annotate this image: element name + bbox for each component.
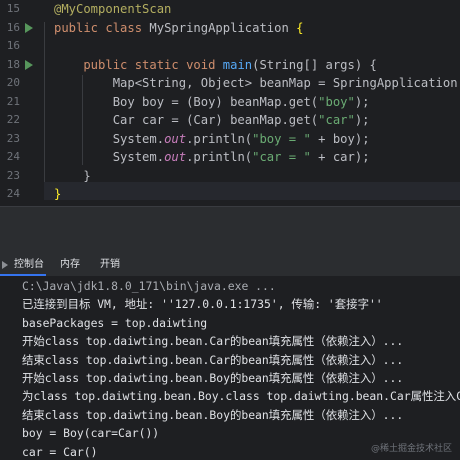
console-line: boy = Boy(car=Car()) <box>22 426 160 441</box>
code-line: System.out.println("boy = " + boy); <box>54 130 370 148</box>
code-token: Map<String, Object> beanMap = SpringAppl… <box>54 76 460 90</box>
console-output[interactable]: C:\Java\jdk1.8.0_171\bin\java.exe ... 已连接… <box>0 277 460 460</box>
active-tab-indicator <box>0 274 46 276</box>
console-line: 开始class top.daiwting.bean.Boy的bean填充属性（依… <box>22 371 404 385</box>
console-line: 开始class top.daiwting.bean.Car的bean填充属性（依… <box>22 334 404 349</box>
code-token: @MyComponentScan <box>54 2 172 16</box>
code-token: main <box>222 57 253 72</box>
tab-console-label: 控制台 <box>14 259 44 270</box>
code-token: public static void <box>54 57 223 72</box>
run-triangle-icon[interactable] <box>25 59 33 70</box>
code-token: System. <box>54 131 165 146</box>
code-line: } <box>54 185 61 203</box>
console-line: 为class top.daiwting.bean.Boy.class top.d… <box>22 389 460 404</box>
line-number: 16 <box>6 39 20 52</box>
code-editor[interactable]: 15 16 16 18 20 21 22 23 24 23 24 @MyComponentScan p… <box>0 0 460 206</box>
code-token: MySpringApplication <box>149 20 297 35</box>
code-token: { <box>296 20 304 35</box>
line-number: 22 <box>6 113 20 126</box>
code-token: System. <box>54 150 165 164</box>
run-triangle-icon[interactable] <box>25 22 33 33</box>
code-token: Boy boy = (Boy) beanMap.get( <box>54 94 319 109</box>
code-line: public static void main(String[] args) { <box>54 56 377 74</box>
line-number: 16 <box>6 20 20 34</box>
code-token: "boy" <box>318 94 355 109</box>
code-token: "car" <box>318 113 355 127</box>
code-token: Car car = (Car) beanMap.get( <box>54 113 319 127</box>
line-number-gutter: 15 16 16 18 20 21 22 23 24 23 24 <box>0 0 44 206</box>
tab-threads[interactable]: 开销 <box>100 254 120 276</box>
code-token: "boy = " <box>252 131 311 146</box>
line-number: 24 <box>6 187 20 200</box>
code-line: System.out.println("car = " + car); <box>54 148 370 166</box>
code-line: public class MySpringApplication { <box>54 19 303 37</box>
code-token: "car = " <box>252 150 311 164</box>
console-line: 结束class top.daiwting.bean.Car的bean填充属性（依… <box>22 352 404 367</box>
code-token: out <box>164 131 187 146</box>
code-token: ); <box>354 94 370 109</box>
code-token: } <box>54 187 62 201</box>
code-line: Map<String, Object> beanMap = SpringAppl… <box>54 74 460 92</box>
code-token: } <box>54 168 91 183</box>
caret-line-highlight <box>44 182 460 200</box>
console-line: C:\Java\jdk1.8.0_171\bin\java.exe ... <box>22 279 276 293</box>
split-divider[interactable] <box>0 206 460 207</box>
editor-bottom-gap <box>0 206 460 254</box>
code-token: (String[] args) { <box>252 57 377 72</box>
indent-guide <box>44 22 45 182</box>
line-number: 21 <box>6 94 20 108</box>
line-number: 24 <box>6 150 20 163</box>
console-line: car = Car() <box>22 444 98 459</box>
tab-console[interactable]: 控制台 <box>0 254 44 276</box>
code-token: + boy); <box>310 131 370 146</box>
code-token: ); <box>354 113 370 127</box>
line-number: 20 <box>6 76 20 89</box>
code-token: .println( <box>186 131 253 146</box>
code-token: .println( <box>186 150 253 164</box>
console-line: 已连接到目标 VM, 地址: ''127.0.0.1:1735', 传输: '套… <box>22 297 383 312</box>
run-tool-window-tabs: 控制台 内存 开销 <box>0 254 460 277</box>
code-line: } <box>54 167 91 185</box>
console-line: basePackages = top.daiwting <box>22 315 208 330</box>
line-number: 23 <box>6 131 20 145</box>
code-line: Car car = (Car) beanMap.get("car"); <box>54 111 370 129</box>
tab-memory[interactable]: 内存 <box>60 254 80 276</box>
code-token: + car); <box>310 150 370 164</box>
line-number: 15 <box>6 2 20 15</box>
line-number: 18 <box>6 57 20 71</box>
watermark: @稀土掘金技术社区 <box>370 444 452 454</box>
code-token: out <box>164 150 187 164</box>
console-play-icon <box>2 261 8 269</box>
line-number: 23 <box>6 168 20 182</box>
code-token: public class <box>54 20 150 35</box>
console-line: 结束class top.daiwting.bean.Boy的bean填充属性（依… <box>22 407 404 422</box>
code-line: Boy boy = (Boy) beanMap.get("boy"); <box>54 93 370 111</box>
code-line: @MyComponentScan <box>54 0 171 18</box>
